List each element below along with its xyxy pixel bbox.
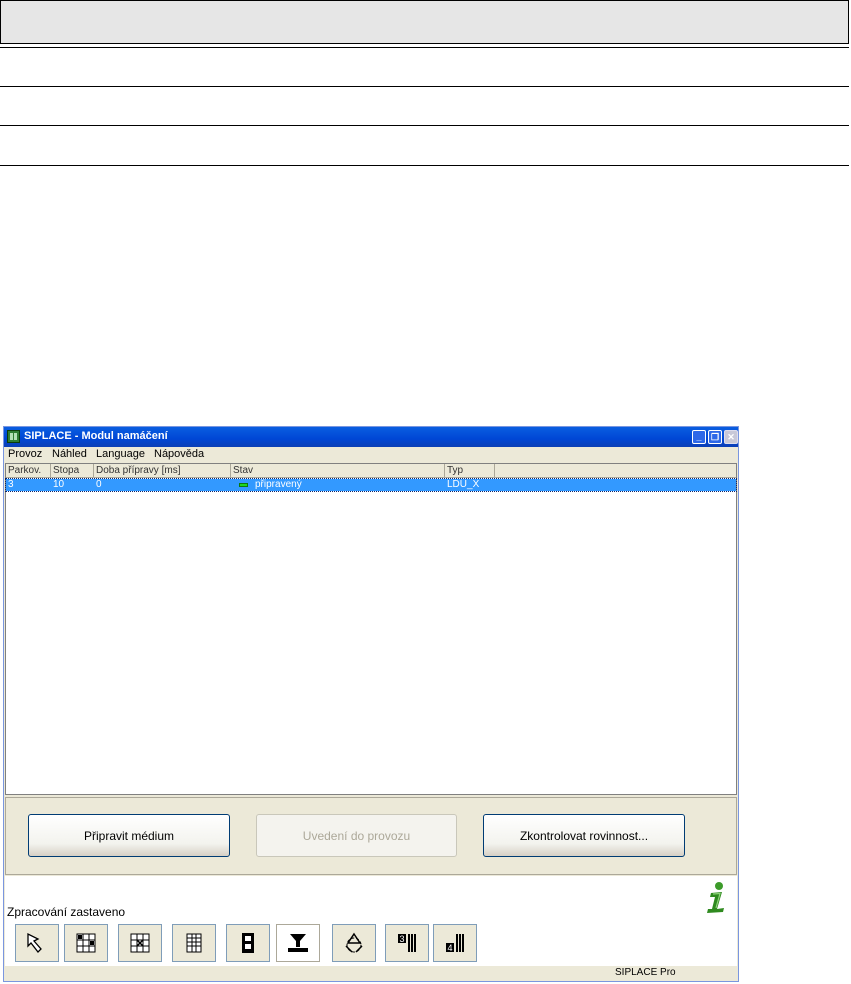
arrow-cursor-button[interactable]	[15, 924, 59, 962]
menu-provoz[interactable]: Provoz	[8, 448, 42, 460]
column-header-doba[interactable]: Doba přípravy [ms]	[94, 464, 231, 478]
menu-bar: Provoz Náhled Language Nápověda	[4, 447, 738, 462]
menu-nahled[interactable]: Náhled	[52, 448, 87, 460]
title-bar[interactable]: SIPLACE - Modul namáčení _ ❐ ✕	[4, 427, 738, 447]
status-panel: Zpracování zastaveno 3 4 SIPLACE Pro	[5, 876, 737, 981]
action-panel: Připravit médium Uvedení do provozu Zkon…	[5, 797, 737, 875]
feeder-4-icon: 4	[446, 934, 464, 953]
menu-language[interactable]: Language	[96, 448, 145, 460]
table-row[interactable]: 3 10 0 připravený LDU_X	[5, 478, 737, 492]
recycle-icon	[345, 932, 363, 953]
menu-napoveda[interactable]: Nápověda	[154, 448, 204, 460]
document-table-line	[0, 47, 849, 48]
status-led-icon	[239, 483, 248, 487]
grid-icon	[76, 933, 96, 953]
tool-feeder-4-button[interactable]: 4	[433, 924, 477, 962]
feeder-3-icon: 3	[398, 934, 416, 952]
tool-feeder-3-button[interactable]: 3	[385, 924, 429, 962]
tool-recycle-button[interactable]	[332, 924, 376, 962]
siplace-app-icon	[7, 430, 20, 443]
film-icon	[242, 933, 254, 953]
document-table-line	[0, 165, 849, 166]
document-table-line	[0, 86, 849, 87]
app-window: SIPLACE - Modul namáčení _ ❐ ✕ Provoz Ná…	[3, 426, 739, 982]
footer-bar: SIPLACE Pro	[5, 966, 737, 981]
cell-stopa: 10	[53, 479, 65, 490]
svg-text:4: 4	[448, 943, 453, 953]
arrow-cursor-icon	[27, 932, 42, 953]
minimize-button[interactable]: _	[692, 430, 706, 444]
column-header-stav[interactable]: Stav	[231, 464, 445, 478]
product-name: SIPLACE Pro	[615, 967, 676, 978]
tool-table-button[interactable]	[172, 924, 216, 962]
commission-button[interactable]: Uvedení do provozu	[256, 814, 457, 857]
check-flatness-button[interactable]: Zkontrolovat rovinnost...	[483, 814, 685, 857]
svg-text:3: 3	[400, 934, 405, 944]
column-header-parkov[interactable]: Parkov.	[6, 464, 51, 478]
column-header-stopa[interactable]: Stopa	[51, 464, 94, 478]
tool-dip-unit-button[interactable]	[276, 924, 320, 962]
restore-button[interactable]: ❐	[708, 430, 722, 444]
list-header: Parkov. Stopa Doba přípravy [ms] Stav Ty…	[6, 464, 736, 478]
tool-grid-button[interactable]	[64, 924, 108, 962]
prepare-medium-button[interactable]: Připravit médium	[28, 814, 230, 857]
cell-stav: připravený	[255, 479, 302, 490]
grid-cross-icon	[130, 933, 150, 953]
dip-unit-icon	[288, 934, 308, 952]
close-button[interactable]: ✕	[724, 430, 738, 444]
tool-film-button[interactable]	[226, 924, 270, 962]
info-icon[interactable]	[701, 881, 731, 915]
document-table-line	[0, 125, 849, 126]
window-title: SIPLACE - Modul namáčení	[24, 430, 168, 442]
cell-doba: 0	[96, 479, 102, 490]
column-header-typ[interactable]: Typ	[445, 464, 495, 478]
module-list[interactable]: Parkov. Stopa Doba přípravy [ms] Stav Ty…	[5, 463, 737, 795]
document-table-header	[0, 0, 849, 44]
status-text: Zpracování zastaveno	[7, 905, 126, 919]
tool-grid-cross-button[interactable]	[118, 924, 162, 962]
cell-typ: LDU_X	[447, 479, 480, 490]
table-icon	[186, 933, 202, 953]
cell-parkov: 3	[8, 479, 14, 490]
